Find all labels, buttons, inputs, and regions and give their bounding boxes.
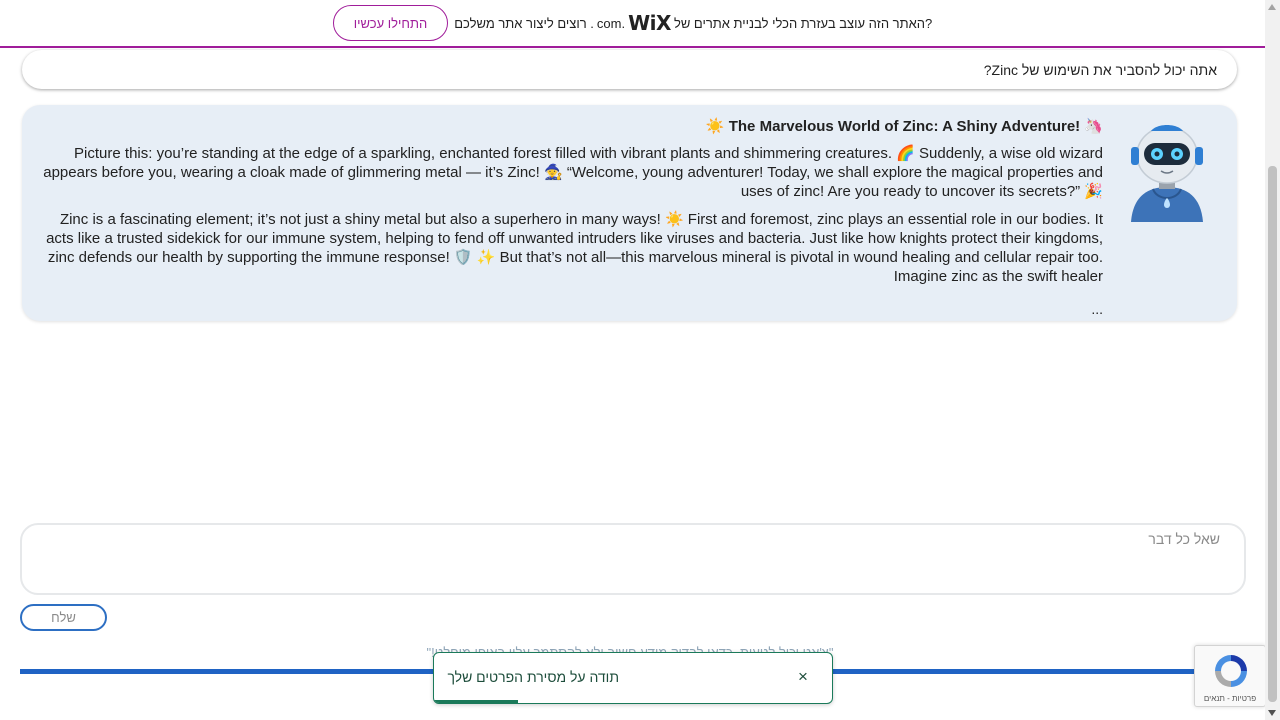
user-question-text: אתה יכול להסביר את השימוש של Zinc? bbox=[983, 61, 1217, 78]
ask-anything-input[interactable] bbox=[20, 523, 1246, 595]
scroll-up-arrow-icon[interactable] bbox=[1268, 4, 1276, 10]
answer-truncation-ellipsis[interactable]: ... bbox=[1091, 301, 1103, 317]
start-now-button[interactable]: התחילו עכשיו bbox=[332, 5, 449, 41]
close-icon[interactable]: × bbox=[796, 668, 810, 685]
assistant-answer-card: ☀️ The Marvelous World of Zinc: A Shiny … bbox=[22, 105, 1237, 321]
toast-progress-bar bbox=[434, 700, 518, 703]
wix-promo-banner: ?האתר הזה עוצב בעזרת הכלי לבניית אתרים ש… bbox=[0, 0, 1265, 48]
recaptcha-badge[interactable]: פרטיות - תנאים bbox=[1194, 645, 1266, 707]
wix-logo: WiX bbox=[628, 11, 671, 35]
robot-avatar-icon bbox=[1131, 125, 1203, 222]
promo-text-start: ?האתר הזה עוצב בעזרת הכלי לבניית אתרים ש… bbox=[673, 15, 933, 31]
user-question-bubble: אתה יכול להסביר את השימוש של Zinc? bbox=[22, 50, 1237, 89]
recaptcha-icon bbox=[1215, 655, 1247, 687]
scrollbar-thumb[interactable] bbox=[1268, 166, 1277, 702]
answer-paragraph: Picture this: you’re standing at the edg… bbox=[43, 145, 1103, 200]
toast-notification: תודה על מסירת הפרטים שלך × bbox=[433, 652, 833, 704]
promo-text: ?האתר הזה עוצב בעזרת הכלי לבניית אתרים ש… bbox=[454, 11, 932, 35]
page-scrollbar[interactable] bbox=[1265, 0, 1280, 720]
assistant-answer-text: ☀️ The Marvelous World of Zinc: A Shiny … bbox=[40, 117, 1103, 295]
send-button[interactable]: שלח bbox=[20, 604, 107, 631]
scroll-down-arrow-icon[interactable] bbox=[1268, 710, 1276, 716]
recaptcha-privacy-terms[interactable]: פרטיות - תנאים bbox=[1195, 694, 1265, 703]
answer-title: ☀️ The Marvelous World of Zinc: A Shiny … bbox=[705, 118, 1103, 135]
promo-text-end: . רוצים ליצור אתר משלכם bbox=[454, 15, 594, 31]
toast-message: תודה על מסירת הפרטים שלך bbox=[447, 669, 619, 685]
answer-paragraph: Zinc is a fascinating element; it’s not … bbox=[46, 211, 1103, 285]
wix-domain-suffix: .com bbox=[596, 15, 626, 31]
page: ?האתר הזה עוצב בעזרת הכלי לבניית אתרים ש… bbox=[0, 0, 1280, 720]
